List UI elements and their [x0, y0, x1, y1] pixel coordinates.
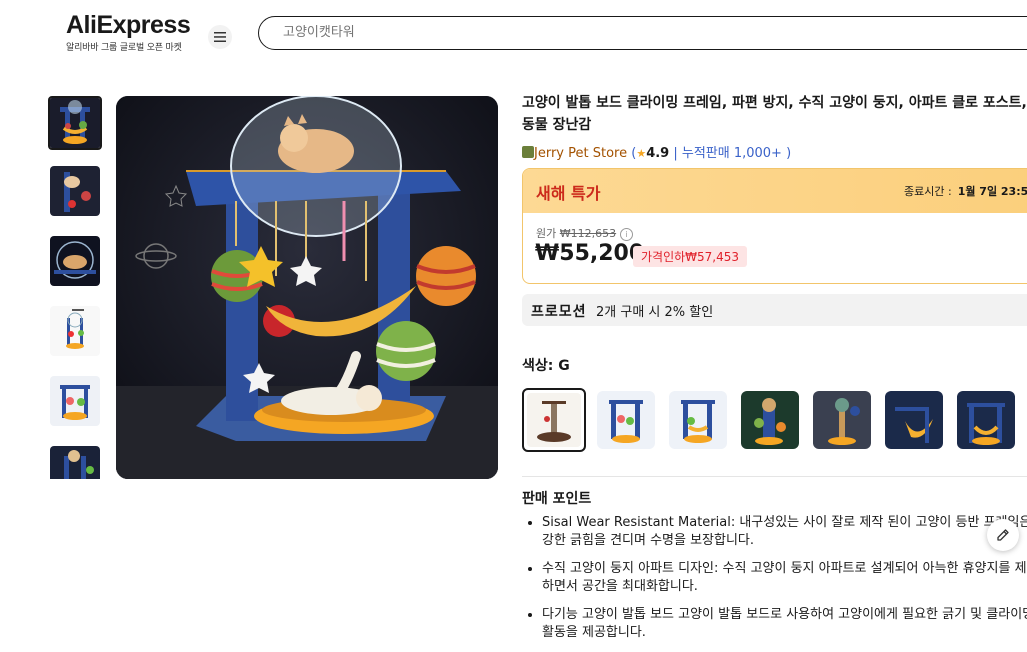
info-icon[interactable]: i [620, 227, 634, 241]
deal-end-time: 종료시간 :1월 7일 23:59 [904, 185, 1027, 198]
store-line: Jerry Pet Store (★4.9 | 누적판매 1,000+ ) [522, 142, 1027, 161]
deal-box: 새해 특가 종료시간 :1월 7일 23:59 원가 ₩112,653i ₩55… [522, 168, 1027, 284]
store-paren: ( [627, 146, 637, 161]
color-options [522, 388, 1027, 452]
color-option[interactable] [597, 391, 655, 449]
promotion-label: 프로모션 [531, 304, 587, 320]
product-title: 고양이 발톱 보드 클라이밍 프레임, 파편 방지, 수직 고양이 둥지, 아파… [522, 95, 1027, 133]
thumbnail-image[interactable] [48, 96, 102, 150]
aliexpress-logo[interactable]: AliExpress 알리바바 그룹 글로벌 오픈 마켓 [66, 11, 191, 53]
thumbnail-image[interactable] [50, 376, 100, 426]
thumbnail-image[interactable] [50, 236, 100, 286]
logo-subtitle: 알리바바 그룹 글로벌 오픈 마켓 [66, 43, 182, 53]
thumbnail-gallery [48, 96, 102, 479]
sale-price: ₩55,200 [535, 241, 645, 266]
feedback-button[interactable] [987, 519, 1019, 551]
color-option[interactable] [741, 391, 799, 449]
promotion-text: 2개 구매 시 2% 할인 [596, 305, 714, 320]
main-product-image[interactable] [116, 96, 498, 479]
product-info: 고양이 발톱 보드 클라이밍 프레임, 파편 방지, 수직 고양이 둥지, 아파… [522, 92, 1027, 161]
color-option[interactable] [669, 391, 727, 449]
color-option[interactable] [957, 391, 1015, 449]
color-option[interactable] [885, 391, 943, 449]
store-icon [522, 146, 534, 158]
star-icon: ★ [636, 147, 647, 160]
selling-points-list: Sisal Wear Resistant Material: 내구성있는 사이 … [522, 514, 1027, 652]
list-item: 수직 고양이 둥지 아파트 디자인: 수직 고양이 둥지 아파트로 설계되어 아… [542, 560, 1027, 596]
thumbnail-image[interactable] [50, 306, 100, 356]
selling-points-title: 판매 포인트 [522, 491, 592, 507]
thumbnail-image[interactable] [50, 166, 100, 216]
store-link[interactable]: Jerry Pet Store [534, 146, 627, 161]
original-price: 원가 ₩112,653 i [536, 225, 634, 241]
color-label: 색상: G [522, 358, 570, 374]
store-rating: 4.9 [646, 146, 670, 161]
divider [522, 476, 1027, 477]
sales-count: | 누적판매 1,000+ ) [669, 146, 792, 161]
discount-badge: 가격인하₩57,453 [633, 246, 748, 267]
deal-header: 새해 특가 종료시간 :1월 7일 23:59 [523, 169, 1027, 213]
header: AliExpress 알리바바 그룹 글로벌 오픈 마켓 [0, 0, 1027, 70]
list-item: Sisal Wear Resistant Material: 내구성있는 사이 … [542, 514, 1027, 550]
deal-title: 새해 특가 [536, 184, 601, 203]
promotion-bar[interactable]: 프로모션 2개 구매 시 2% 할인 [522, 294, 1027, 326]
pencil-icon [997, 529, 1009, 541]
logo-text: AliExpress [66, 11, 191, 39]
list-item: 다기능 고양이 발톱 보드 고양이 발톱 보드로 사용하여 고양이에게 필요한 … [542, 606, 1027, 642]
search-bar[interactable] [258, 16, 1027, 50]
color-option[interactable] [522, 388, 586, 452]
thumbnail-image[interactable] [50, 446, 100, 479]
hamburger-icon [214, 32, 226, 42]
menu-button[interactable] [208, 25, 232, 49]
cat-tree-illustration [116, 96, 498, 479]
search-input[interactable] [283, 25, 983, 40]
color-option[interactable] [813, 391, 871, 449]
